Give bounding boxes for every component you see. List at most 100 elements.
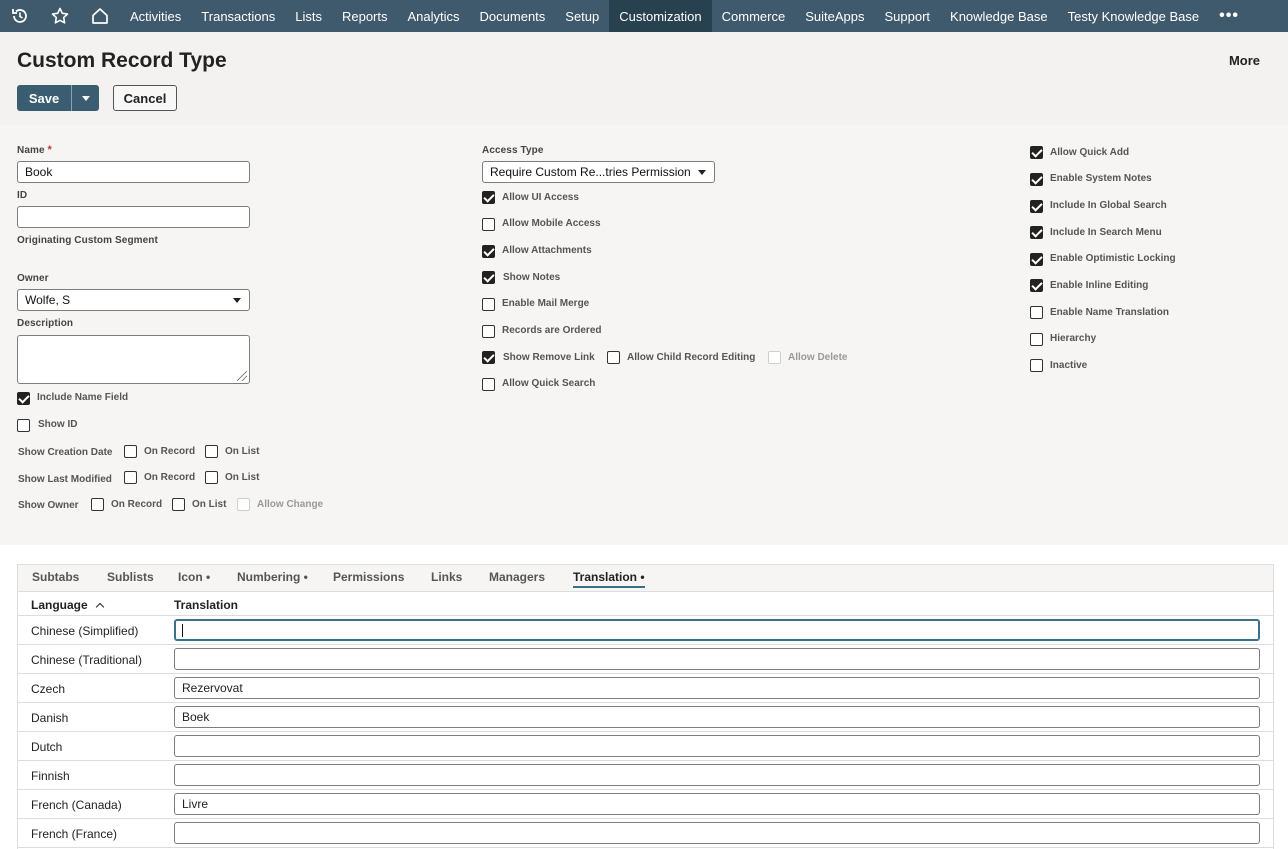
owner-allow-change-label: Allow Change	[257, 499, 324, 510]
show-remove-link-checkbox[interactable]	[482, 351, 495, 364]
owner-on-record-checkbox[interactable]	[91, 498, 104, 511]
nav-analytics[interactable]: Analytics	[398, 0, 470, 32]
enable-name-translation-checkbox[interactable]	[1030, 306, 1043, 319]
enable-name-translation-label: Enable Name Translation	[1050, 307, 1169, 318]
language-cell: Dutch	[31, 740, 63, 754]
save-button-group: Save	[17, 85, 99, 111]
tab-managers[interactable]: Managers	[489, 570, 545, 584]
inactive-checkbox[interactable]	[1030, 359, 1043, 372]
include-search-menu-label: Include In Search Menu	[1050, 227, 1162, 238]
more-nav-icon[interactable]: •••	[1209, 7, 1249, 25]
cancel-button[interactable]: Cancel	[113, 85, 177, 111]
star-icon[interactable]	[40, 0, 80, 32]
description-textarea[interactable]	[17, 335, 250, 384]
column-translation: Translation	[174, 598, 239, 612]
save-dropdown-button[interactable]	[71, 85, 99, 111]
allow-attachments-checkbox[interactable]	[482, 245, 495, 258]
history-icon[interactable]	[0, 0, 40, 32]
allow-ui-access-label: Allow UI Access	[502, 192, 579, 203]
owner-allow-change-checkbox	[237, 498, 250, 511]
enable-inline-editing-checkbox[interactable]	[1030, 279, 1043, 292]
language-cell: Finnish	[31, 769, 70, 783]
include-name-field-label: Include Name Field	[37, 392, 129, 403]
records-ordered-checkbox[interactable]	[482, 325, 495, 338]
table-row: Czech Rezervovat	[18, 674, 1273, 703]
resize-handle-icon[interactable]	[237, 371, 247, 381]
tab-numbering[interactable]: Numbering •	[237, 570, 308, 584]
creation-date-on-record-checkbox[interactable]	[124, 445, 137, 458]
nav-testy-knowledge-base[interactable]: Testy Knowledge Base	[1058, 0, 1210, 32]
nav-reports[interactable]: Reports	[332, 0, 398, 32]
tab-translation[interactable]: Translation •	[573, 570, 645, 588]
table-row: Chinese (Traditional)	[18, 645, 1273, 674]
allow-quick-add-label: Allow Quick Add	[1050, 147, 1130, 158]
translation-input[interactable]	[174, 735, 1260, 757]
allow-quick-search-checkbox[interactable]	[482, 378, 495, 391]
translation-input[interactable]: Boek	[174, 706, 1260, 728]
nav-support[interactable]: Support	[874, 0, 940, 32]
language-cell: French (Canada)	[31, 798, 122, 812]
owner-label: Owner	[17, 273, 49, 284]
last-modified-on-list-checkbox[interactable]	[205, 471, 218, 484]
tab-links[interactable]: Links	[431, 570, 462, 584]
hierarchy-checkbox[interactable]	[1030, 333, 1043, 346]
language-cell: Danish	[31, 711, 69, 725]
allow-ui-access-checkbox[interactable]	[482, 191, 495, 204]
include-search-menu-checkbox[interactable]	[1030, 226, 1043, 239]
allow-child-editing-checkbox[interactable]	[607, 351, 620, 364]
translation-input[interactable]	[174, 619, 1260, 641]
id-field[interactable]	[17, 206, 250, 228]
translation-input[interactable]: Rezervovat	[174, 677, 1260, 699]
nav-setup[interactable]: Setup	[555, 0, 609, 32]
translation-input[interactable]	[174, 764, 1260, 786]
nav-transactions[interactable]: Transactions	[191, 0, 285, 32]
allow-mobile-access-checkbox[interactable]	[482, 218, 495, 231]
enable-optimistic-locking-checkbox[interactable]	[1030, 253, 1043, 266]
last-modified-on-record-checkbox[interactable]	[124, 471, 137, 484]
show-notes-checkbox[interactable]	[482, 271, 495, 284]
home-icon[interactable]	[80, 0, 120, 32]
top-navigation: Activities Transactions Lists Reports An…	[0, 0, 1288, 32]
show-id-checkbox[interactable]	[17, 419, 30, 432]
translation-input[interactable]	[174, 822, 1260, 844]
nav-suiteapps[interactable]: SuiteApps	[795, 0, 874, 32]
language-cell: Chinese (Simplified)	[31, 624, 139, 638]
creation-date-on-list-checkbox[interactable]	[205, 445, 218, 458]
allow-quick-add-checkbox[interactable]	[1030, 146, 1043, 159]
show-creation-date-label: Show Creation Date	[18, 447, 113, 458]
allow-delete-checkbox	[768, 351, 781, 364]
show-owner-label: Show Owner	[18, 500, 79, 511]
nav-commerce[interactable]: Commerce	[712, 0, 796, 32]
tab-sublists[interactable]: Sublists	[107, 570, 154, 584]
tab-icon[interactable]: Icon •	[178, 570, 210, 584]
enable-inline-editing-label: Enable Inline Editing	[1050, 280, 1149, 291]
enable-system-notes-label: Enable System Notes	[1050, 173, 1152, 184]
access-type-select[interactable]: Require Custom Re...tries Permission	[482, 161, 715, 183]
chevron-down-icon	[81, 95, 90, 101]
include-name-field-checkbox[interactable]	[17, 392, 30, 405]
name-field[interactable]: Book	[17, 161, 250, 183]
access-type-label: Access Type	[482, 145, 544, 156]
table-row: French (Canada) Livre	[18, 790, 1273, 819]
record-form: Name * Book ID Originating Custom Segmen…	[0, 125, 1288, 545]
nav-lists[interactable]: Lists	[285, 0, 332, 32]
translation-input[interactable]	[174, 648, 1260, 670]
nav-activities[interactable]: Activities	[120, 0, 191, 32]
show-id-label: Show ID	[38, 419, 78, 430]
nav-customization[interactable]: Customization	[609, 0, 712, 32]
nav-documents[interactable]: Documents	[470, 0, 556, 32]
tab-subtabs[interactable]: Subtabs	[32, 570, 79, 584]
tab-permissions[interactable]: Permissions	[333, 570, 404, 584]
column-language[interactable]: Language	[31, 598, 104, 612]
nav-knowledge-base[interactable]: Knowledge Base	[940, 0, 1058, 32]
owner-on-list-checkbox[interactable]	[172, 498, 185, 511]
owner-select[interactable]: Wolfe, S	[17, 289, 250, 311]
enable-mail-merge-checkbox[interactable]	[482, 298, 495, 311]
save-button[interactable]: Save	[17, 85, 71, 111]
text-cursor	[182, 623, 183, 637]
more-menu-button[interactable]: More	[1229, 53, 1260, 68]
show-last-modified-label: Show Last Modified	[18, 474, 112, 485]
include-global-search-checkbox[interactable]	[1030, 200, 1043, 213]
enable-system-notes-checkbox[interactable]	[1030, 173, 1043, 186]
translation-input[interactable]: Livre	[174, 793, 1260, 815]
